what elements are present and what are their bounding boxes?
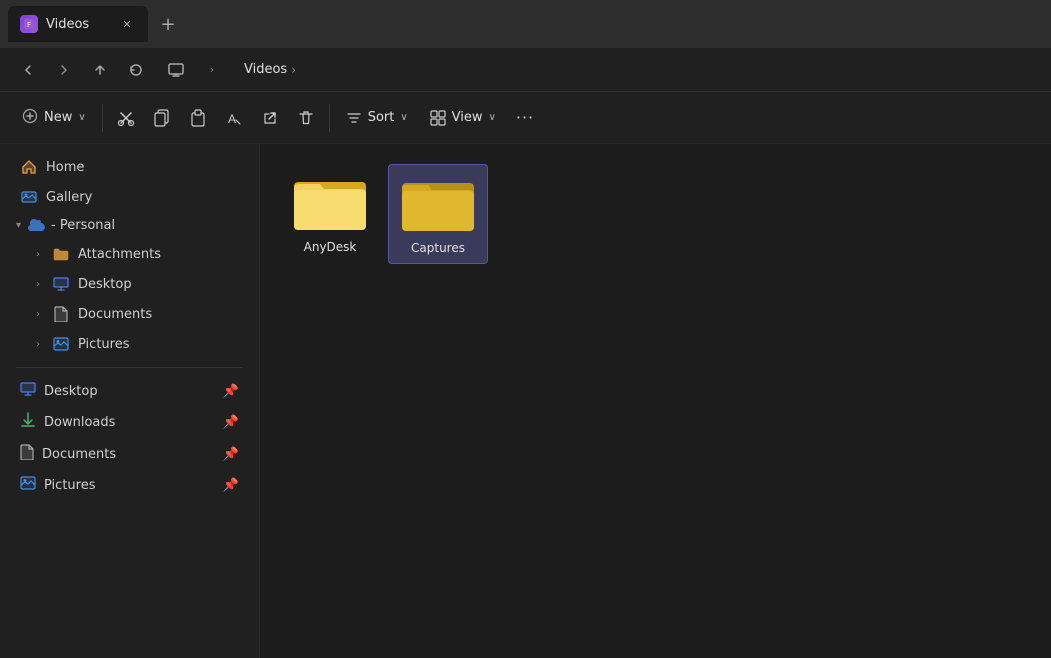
cut-button[interactable] — [109, 103, 143, 133]
sidebar-item-attachments[interactable]: › Attachments — [4, 239, 255, 269]
cloud-collapse-arrow: ▾ — [16, 220, 21, 231]
toolbar-sep-1 — [102, 104, 103, 132]
main-area: Home Gallery ▾ - Personal › — [0, 144, 1051, 658]
pin-icon-documents: 📌 — [223, 447, 239, 462]
desktop-label: Desktop — [78, 277, 132, 292]
nav-bar: › Videos › — [0, 48, 1051, 92]
documents-cloud-icon — [52, 305, 70, 323]
pinned-pictures-label: Pictures — [44, 478, 95, 493]
gallery-icon — [20, 188, 38, 206]
cloud-label: - Personal — [51, 218, 115, 233]
attachments-expand-arrow: › — [36, 249, 40, 260]
sidebar-pinned-documents[interactable]: Documents 📌 — [4, 438, 255, 470]
pinned-desktop-label: Desktop — [44, 384, 98, 399]
documents-label: Documents — [78, 307, 152, 322]
forward-button[interactable] — [48, 54, 80, 86]
pinned-documents-icon — [20, 444, 34, 464]
sidebar-item-gallery[interactable]: Gallery — [4, 182, 255, 212]
desktop-expand-arrow: › — [36, 279, 40, 290]
sidebar-pinned-desktop[interactable]: Desktop 📌 — [4, 376, 255, 406]
toolbar-sep-2 — [329, 104, 330, 132]
pinned-downloads-icon — [20, 412, 36, 432]
view-button[interactable]: View ∨ — [420, 104, 506, 132]
new-arrow: ∨ — [78, 112, 85, 123]
pin-icon-downloads: 📌 — [223, 415, 239, 430]
pictures-cloud-icon — [52, 335, 70, 353]
monitor-button[interactable] — [160, 54, 192, 86]
breadcrumb-arrow: › — [291, 63, 296, 77]
refresh-button[interactable] — [120, 54, 152, 86]
new-button[interactable]: New ∨ — [12, 102, 96, 134]
sort-label: Sort — [368, 110, 395, 125]
pinned-documents-label: Documents — [42, 447, 116, 462]
pinned-downloads-label: Downloads — [44, 415, 115, 430]
pictures-label: Pictures — [78, 337, 129, 352]
pictures-expand-arrow: › — [36, 339, 40, 350]
sidebar-item-home[interactable]: Home — [4, 152, 255, 182]
toolbar: New ∨ A — [0, 92, 1051, 144]
view-label: View — [452, 110, 483, 125]
folder-captures-label: Captures — [411, 241, 465, 255]
sidebar: Home Gallery ▾ - Personal › — [0, 144, 260, 658]
copy-button[interactable] — [145, 103, 179, 133]
sidebar-cloud-section[interactable]: ▾ - Personal — [0, 212, 259, 239]
sidebar-item-documents[interactable]: › Documents — [4, 299, 255, 329]
sidebar-item-pictures[interactable]: › Pictures — [4, 329, 255, 359]
desktop-cloud-icon — [52, 275, 70, 293]
attachments-label: Attachments — [78, 247, 161, 262]
breadcrumb-videos[interactable]: Videos — [244, 62, 287, 77]
paste-button[interactable] — [181, 103, 215, 133]
pinned-desktop-icon — [20, 382, 36, 400]
sort-button[interactable]: Sort ∨ — [336, 104, 418, 132]
share-button[interactable] — [253, 103, 287, 133]
title-bar: F Videos ✕ + — [0, 0, 1051, 48]
rename-button[interactable]: A — [217, 103, 251, 133]
sidebar-home-label: Home — [46, 160, 84, 175]
back-button[interactable] — [12, 54, 44, 86]
sidebar-gallery-label: Gallery — [46, 190, 92, 205]
new-icon — [22, 108, 38, 128]
pin-icon-pictures: 📌 — [223, 478, 239, 493]
delete-button[interactable] — [289, 103, 323, 133]
more-button[interactable]: ··· — [508, 102, 542, 133]
file-area[interactable]: AnyDesk Captures — [260, 144, 1051, 658]
svg-text:A: A — [228, 112, 236, 126]
folder-anydesk-label: AnyDesk — [304, 240, 357, 254]
view-arrow: ∨ — [489, 112, 496, 123]
add-tab-button[interactable]: + — [152, 8, 184, 40]
home-icon — [20, 158, 38, 176]
up-button[interactable] — [84, 54, 116, 86]
svg-text:F: F — [27, 21, 31, 29]
folder-anydesk-icon — [294, 172, 366, 232]
active-tab[interactable]: F Videos ✕ — [8, 6, 148, 42]
tab-close-button[interactable]: ✕ — [118, 15, 136, 33]
folder-captures[interactable]: Captures — [388, 164, 488, 264]
documents-expand-arrow: › — [36, 309, 40, 320]
folder-anydesk[interactable]: AnyDesk — [280, 164, 380, 264]
sidebar-divider — [16, 367, 243, 368]
pin-icon-desktop: 📌 — [223, 384, 239, 399]
new-label: New — [44, 110, 72, 125]
folder-captures-icon — [402, 173, 474, 233]
sidebar-pinned-downloads[interactable]: Downloads 📌 — [4, 406, 255, 438]
tab-label: Videos — [46, 17, 89, 32]
breadcrumb-sep-icon: › — [196, 54, 228, 86]
sidebar-item-desktop[interactable]: › Desktop — [4, 269, 255, 299]
tab-app-icon: F — [20, 15, 38, 33]
pinned-pictures-icon — [20, 476, 36, 494]
more-icon: ··· — [516, 108, 534, 127]
breadcrumb[interactable]: Videos › — [236, 58, 304, 81]
sidebar-pinned-pictures[interactable]: Pictures 📌 — [4, 470, 255, 500]
attachments-icon — [52, 245, 70, 263]
sort-arrow: ∨ — [400, 112, 407, 123]
